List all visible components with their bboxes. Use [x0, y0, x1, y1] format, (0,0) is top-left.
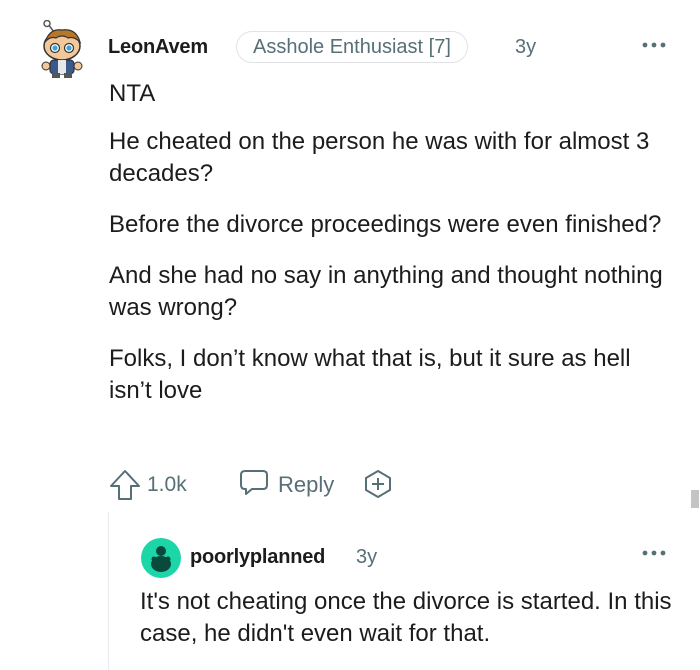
reply-label: Reply	[278, 472, 335, 497]
reply-author[interactable]: poorlyplanned	[190, 546, 325, 569]
user-avatar-icon[interactable]	[40, 19, 86, 78]
upvote-count: 1.0k	[147, 473, 187, 496]
comment-author[interactable]: LeonAvem	[108, 36, 208, 59]
default-snoo-avatar-icon[interactable]	[140, 537, 182, 579]
comment-paragraph: NTA	[109, 80, 156, 107]
comment-paragraph: Folks, I don’t know what that is, but it…	[109, 345, 631, 404]
reply-button[interactable]: Reply	[238, 468, 334, 502]
reply-body: It's not cheating once the divorce is st…	[140, 586, 685, 650]
comment-timestamp[interactable]: 3y	[515, 36, 536, 59]
comment-body: NTA He cheated on the person he was with…	[109, 78, 679, 407]
more-options-icon[interactable]	[640, 35, 668, 55]
thread-line[interactable]	[108, 512, 109, 670]
reply-paragraph: It's not cheating once the divorce is st…	[140, 588, 672, 647]
chat-bubble-icon	[238, 466, 270, 504]
scrollbar-thumb[interactable]	[691, 490, 699, 508]
user-flair-badge: Asshole Enthusiast [7]	[236, 31, 468, 63]
comment-paragraph: He cheated on the person he was with for…	[109, 128, 650, 187]
more-options-icon[interactable]	[640, 543, 668, 563]
upvote-arrow-icon[interactable]	[108, 468, 142, 502]
comment-paragraph: And she had no say in anything and thoug…	[109, 262, 663, 321]
comment-paragraph: Before the divorce proceedings were even…	[109, 211, 662, 238]
reply-timestamp[interactable]: 3y	[356, 546, 377, 569]
award-plus-icon[interactable]	[362, 468, 394, 500]
